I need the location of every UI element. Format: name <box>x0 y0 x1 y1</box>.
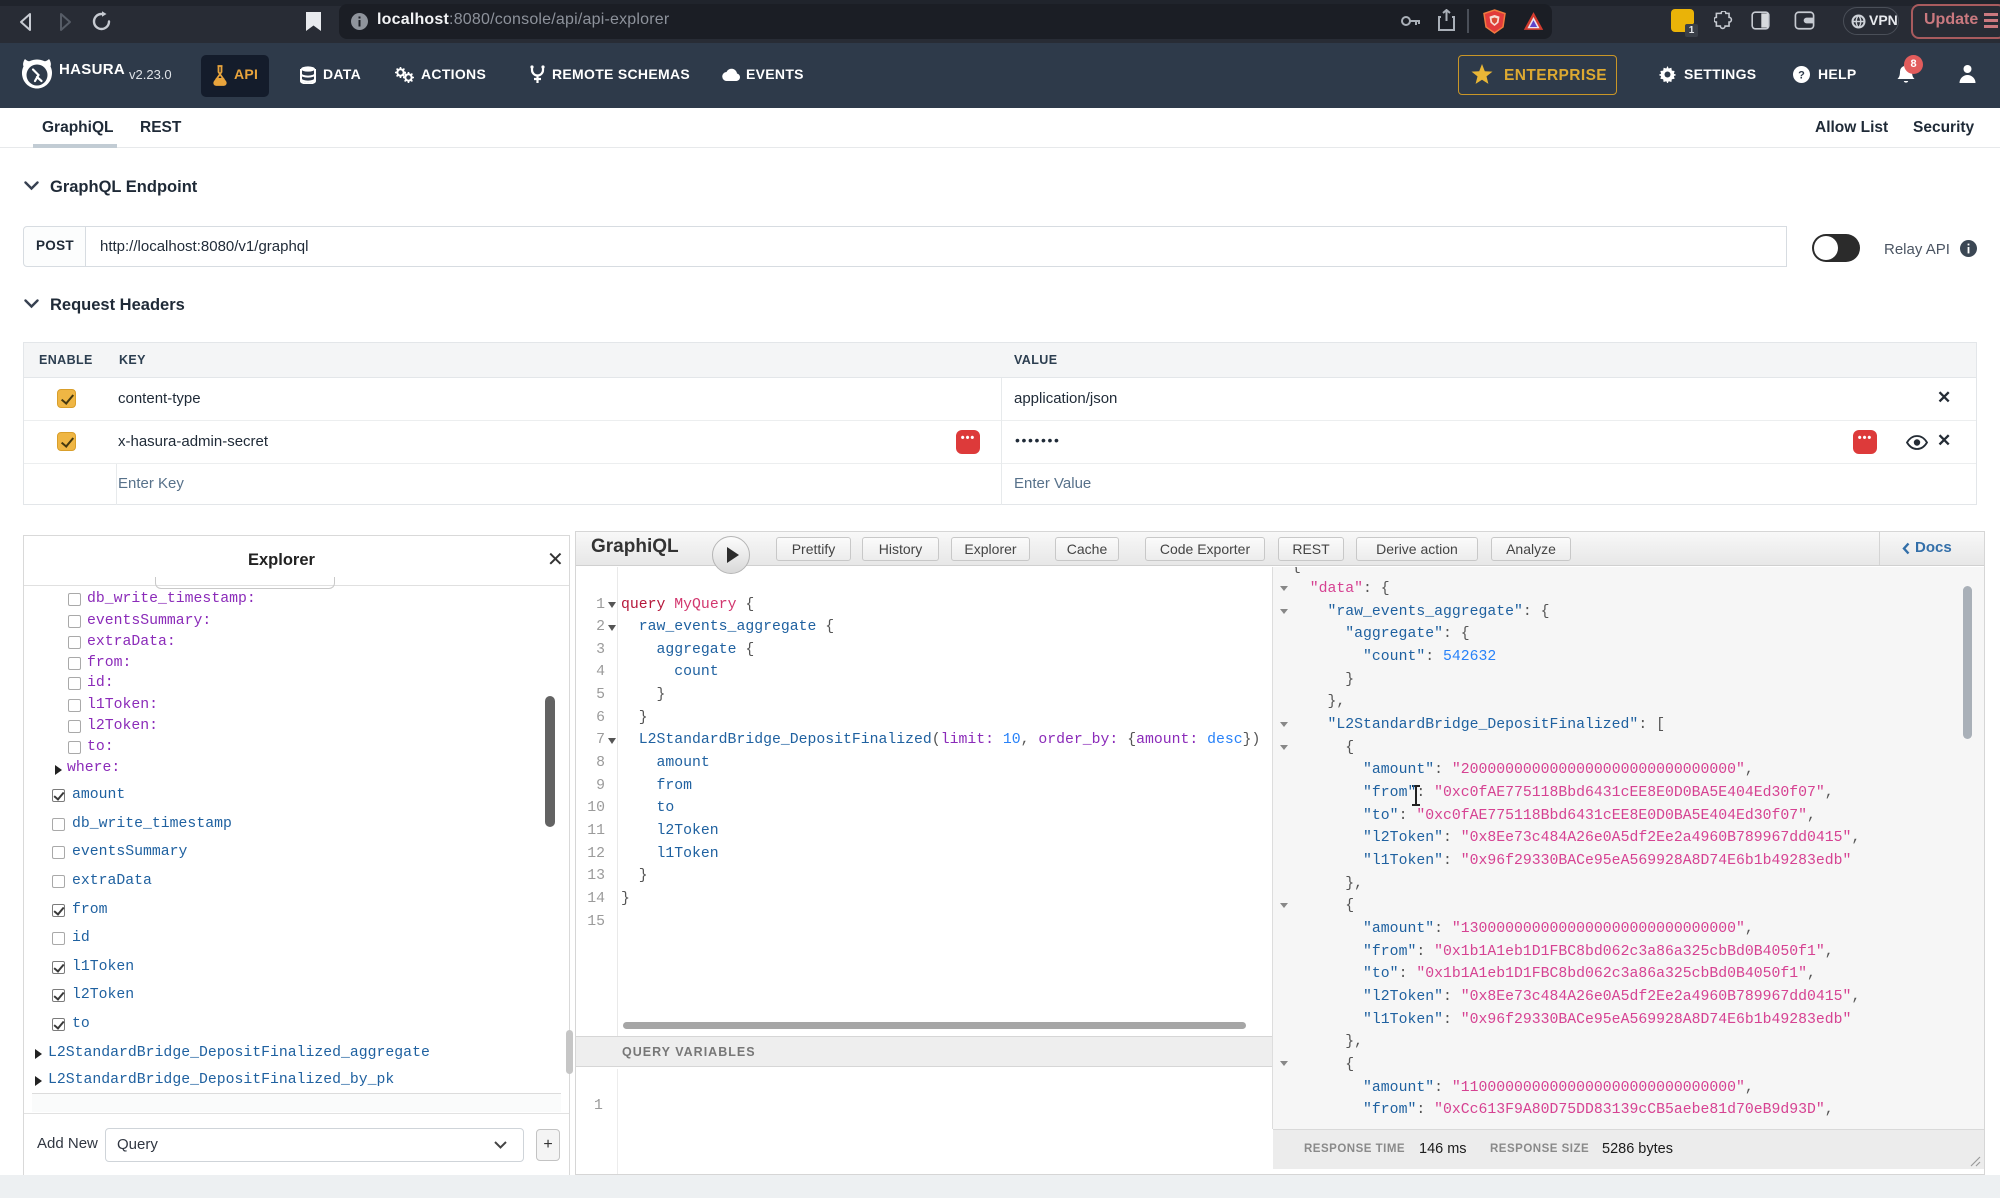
svg-text:?: ? <box>1798 70 1805 82</box>
